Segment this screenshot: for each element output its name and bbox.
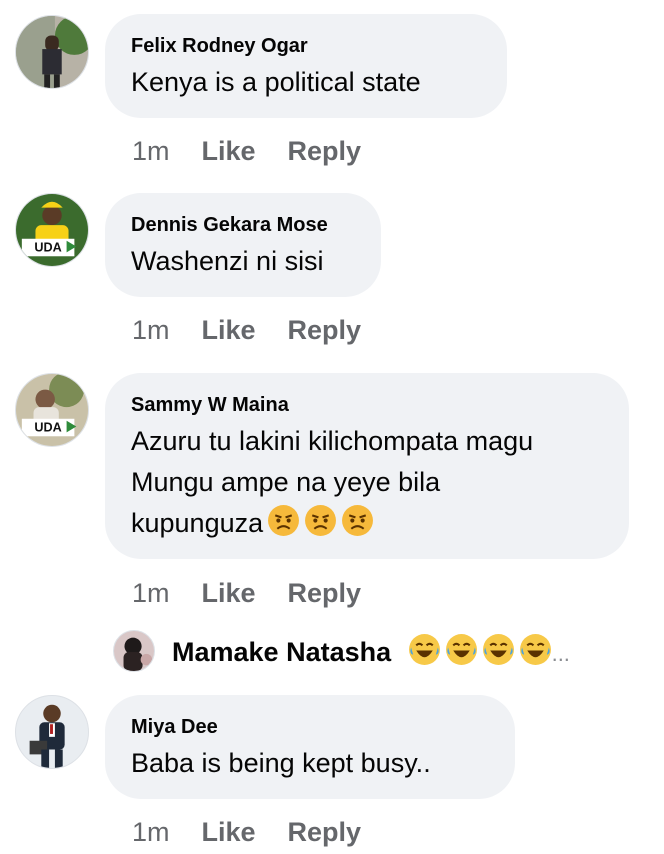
reply-button[interactable]: Reply (288, 812, 362, 852)
uda-badge-avatar-icon: UDA (16, 374, 88, 446)
person-outdoor-avatar-icon (16, 16, 88, 88)
comment-author[interactable]: Miya Dee (131, 715, 489, 739)
reply-author[interactable]: Mamake Natasha (172, 637, 391, 667)
svg-text:UDA: UDA (34, 240, 61, 254)
comment-text: Baba is being kept busy.. (131, 748, 431, 778)
avatar-sammy[interactable]: UDA (15, 373, 89, 447)
comment-actions: 1m Like Reply (132, 131, 393, 171)
avatar-dennis[interactable]: UDA (15, 193, 89, 267)
laughing-tears-face-icon (408, 633, 441, 666)
comment-author[interactable]: Felix Rodney Ogar (131, 34, 481, 58)
comment-bubble: Dennis Gekara Mose Washenzi ni sisi (105, 193, 381, 297)
comment-actions: 1m Like Reply (132, 812, 393, 852)
laughing-tears-face-icon (445, 633, 478, 666)
reply-preview[interactable]: Mamake Natasha ... (112, 628, 570, 676)
comment-bubble: Sammy W Maina Azuru tu lakini kilichompa… (105, 373, 629, 559)
reply-button[interactable]: Reply (288, 573, 362, 613)
comment-text: Kenya is a political state (131, 67, 421, 97)
comment-bubble: Miya Dee Baba is being kept busy.. (105, 695, 515, 799)
avatar-miya[interactable] (15, 695, 89, 769)
laughing-tears-face-icon (482, 633, 515, 666)
comment-author[interactable]: Sammy W Maina (131, 393, 603, 417)
comment-bubble: Felix Rodney Ogar Kenya is a political s… (105, 14, 507, 118)
comment-text: Washenzi ni sisi (131, 246, 324, 276)
like-button[interactable]: Like (202, 812, 256, 852)
more-ellipsis: ... (551, 641, 570, 666)
angry-face-icon (267, 504, 300, 537)
like-button[interactable]: Like (202, 573, 256, 613)
reply-button[interactable]: Reply (288, 310, 362, 350)
angry-face-icon (341, 504, 374, 537)
svg-text:UDA: UDA (34, 420, 61, 434)
comment-time[interactable]: 1m (132, 573, 170, 613)
reply-button[interactable]: Reply (288, 131, 362, 171)
comment-time[interactable]: 1m (132, 812, 170, 852)
laughing-tears-face-icon (519, 633, 552, 666)
comment-author[interactable]: Dennis Gekara Mose (131, 213, 355, 237)
person-suit-avatar-icon (16, 696, 88, 768)
like-button[interactable]: Like (202, 131, 256, 171)
comment-time[interactable]: 1m (132, 310, 170, 350)
angry-face-icon (304, 504, 337, 537)
like-button[interactable]: Like (202, 310, 256, 350)
comment-actions: 1m Like Reply (132, 310, 393, 350)
comment-actions: 1m Like Reply (132, 573, 393, 613)
uda-badge-avatar-icon: UDA (16, 194, 88, 266)
comment-time[interactable]: 1m (132, 131, 170, 171)
comment-text: Azuru tu lakini kilichompata magu Mungu … (131, 421, 603, 544)
avatar-felix[interactable] (15, 15, 89, 89)
